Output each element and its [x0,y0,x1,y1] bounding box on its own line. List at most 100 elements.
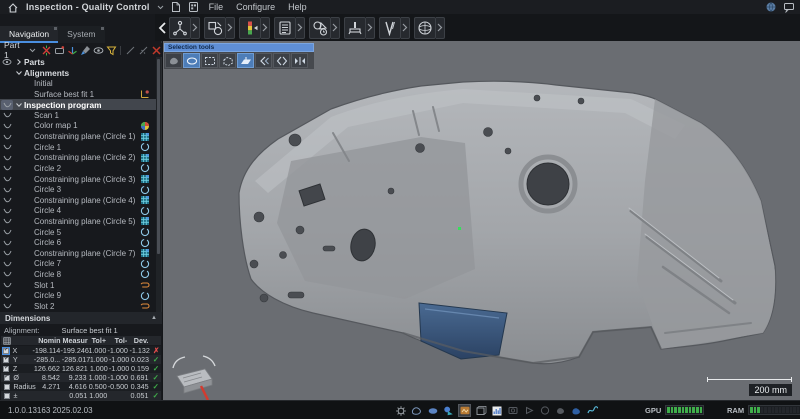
object-tool-button[interactable] [414,17,436,39]
compare-tool-button[interactable] [309,17,331,39]
axes-button[interactable] [66,44,78,56]
template-gallery-icon[interactable] [188,1,199,13]
dimension-row-[interactable]: ±0.0511.0000.051✓ [1,391,161,400]
bounding-box-button[interactable] [474,404,487,417]
line-button[interactable] [124,44,136,56]
tree-item-constraining-plane-circle-1-1[interactable]: Constraining plane (Circle 1) 1 [0,131,157,142]
tree-item-inspection-program[interactable]: Inspection program [0,99,157,110]
selection-tools-palette[interactable]: Selection tools [164,43,314,69]
caliper-tool-button[interactable] [379,17,401,39]
tool-expand-chevron-icon[interactable] [436,17,445,39]
new-document-icon[interactable] [171,1,181,13]
select-ellipse-button[interactable] [183,53,200,68]
dimension-row-z[interactable]: ✓Z126.662126.8211.000-1.0000.159✓ [1,364,161,373]
column-header-tol[interactable]: Tol+ [90,336,108,345]
report-tool-button[interactable] [274,17,296,39]
tree-item-circle-2[interactable]: Circle 2 [0,163,157,174]
tree-item-color-map-1[interactable]: Color map 1 [0,121,157,132]
tool-expand-chevron-icon[interactable] [331,17,340,39]
collapse-panel-icon[interactable]: ▲ [151,315,157,321]
alignment-value[interactable]: Surface best fit 1 [61,326,117,335]
select-plane-button[interactable] [237,53,254,68]
select-converge-button[interactable] [291,53,308,68]
mesh-blue-button[interactable] [570,404,583,417]
tool-expand-chevron-icon[interactable] [261,17,270,39]
tree-scrollbar[interactable] [156,57,161,312]
tree-item-constraining-plane-circle-2-1[interactable]: Constraining plane (Circle 2) 1 [0,152,157,163]
device-button[interactable] [53,44,65,56]
tree-item-circle-5[interactable]: Circle 5 [0,227,157,238]
select-flip-both-button[interactable] [273,53,290,68]
gear-button[interactable] [394,404,407,417]
feedback-icon[interactable] [783,1,795,13]
tree-item-constraining-plane-circle-4-1[interactable]: Constraining plane (Circle 4) 1 [0,195,157,206]
dimension-row-y[interactable]: ✓Y-285.0...-285.0171.000-1.0000.023✓ [1,355,161,364]
tree-item-parts[interactable]: Parts [0,57,157,68]
dimension-checkbox[interactable]: ✓ [3,348,9,354]
select-lasso-button[interactable] [219,53,236,68]
brush-button[interactable] [79,44,91,56]
column-header-tol[interactable]: Tol- [108,336,129,345]
tree-item-circle-1[interactable]: Circle 1 [0,142,157,153]
menu-help[interactable]: Help [285,2,310,12]
tree-expander-icon[interactable] [14,58,24,66]
texture-button[interactable] [458,404,471,417]
tab-system[interactable]: System [58,26,104,43]
eye-button[interactable] [92,44,104,56]
tree-scrollbar-thumb[interactable] [157,59,160,254]
filter-button[interactable] [105,44,117,56]
tool-expand-chevron-icon[interactable] [401,17,410,39]
tree-expander-icon[interactable] [14,101,24,109]
select-rectangle-button[interactable] [201,53,218,68]
sphere-dim-button[interactable] [538,404,551,417]
alignment-tool-button[interactable] [169,17,191,39]
tool-expand-chevron-icon[interactable] [366,17,375,39]
cleanup-tool-button[interactable] [344,17,366,39]
surface-button[interactable] [410,404,423,417]
tool-expand-chevron-icon[interactable] [226,17,235,39]
toolbar-collapse-icon[interactable] [157,22,167,34]
dimension-checkbox[interactable]: ✓ [4,375,10,381]
tree-item-circle-7[interactable]: Circle 7 [0,259,157,270]
align-x-button[interactable] [40,44,52,56]
color-features-button[interactable] [442,404,455,417]
tree-item-circle-3[interactable]: Circle 3 [0,184,157,195]
select-flip-left-button[interactable] [255,53,272,68]
tree-item-constraining-plane-circle-7-1[interactable]: Constraining plane (Circle 7) 1 [0,248,157,259]
dimension-row-[interactable]: ✓Ø8.5429.2331.000-1.0000.691✓ [1,373,161,382]
tree-item-circle-9[interactable]: Circle 9 [0,290,157,301]
point-cloud-button[interactable] [426,404,439,417]
tree-item-constraining-plane-circle-5-1[interactable]: Constraining plane (Circle 5) 1 [0,216,157,227]
tree-item-alignments[interactable]: Alignments [0,68,157,79]
tree-item-initial[interactable]: Initial [0,78,157,89]
tree-item-scan-1[interactable]: Scan 1 [0,110,157,121]
colormap-tool-button[interactable] [239,17,261,39]
selection-tools-title[interactable]: Selection tools [164,43,314,52]
snapshot-dim-button[interactable] [506,404,519,417]
dimensions-header[interactable]: Dimensions ▲ [0,312,162,324]
dimension-row-radius[interactable]: Radius4.2714.6160.500-0.5000.345✓ [1,382,161,391]
online-globe-icon[interactable] [765,1,777,13]
blob-dim-button[interactable] [554,404,567,417]
workspace-title[interactable]: Inspection - Quality Control [26,2,150,12]
spline-cyan-button[interactable] [586,404,599,417]
delete-button[interactable] [150,44,162,56]
tool-expand-chevron-icon[interactable] [296,17,305,39]
column-header-measur[interactable]: Measur [63,336,90,345]
viewport-3d[interactable]: Selection tools 200 mm [163,41,800,400]
column-header-nomin[interactable]: Nomin [36,336,63,345]
tree-expander-icon[interactable] [14,69,24,77]
dimension-row-x[interactable]: ✓X-198.114-199.2461.000-1.000-1.132✗ [1,346,161,355]
dimension-checkbox[interactable]: ✓ [3,366,9,372]
tool-expand-chevron-icon[interactable] [191,17,200,39]
tree-item-circle-8[interactable]: Circle 8 [0,269,157,280]
features-tool-button[interactable] [204,17,226,39]
tree-item-surface-best-fit-1[interactable]: Surface best fit 1 [0,89,157,100]
part-selector-caret-icon[interactable] [29,48,36,53]
tree-item-circle-4[interactable]: Circle 4 [0,206,157,217]
dimension-checkbox[interactable] [4,393,10,399]
histogram-button[interactable] [490,404,503,417]
tree-item-circle-6[interactable]: Circle 6 [0,237,157,248]
menu-file[interactable]: File [206,2,227,12]
tree-item-constraining-plane-circle-3-1[interactable]: Constraining plane (Circle 3) 1 [0,174,157,185]
